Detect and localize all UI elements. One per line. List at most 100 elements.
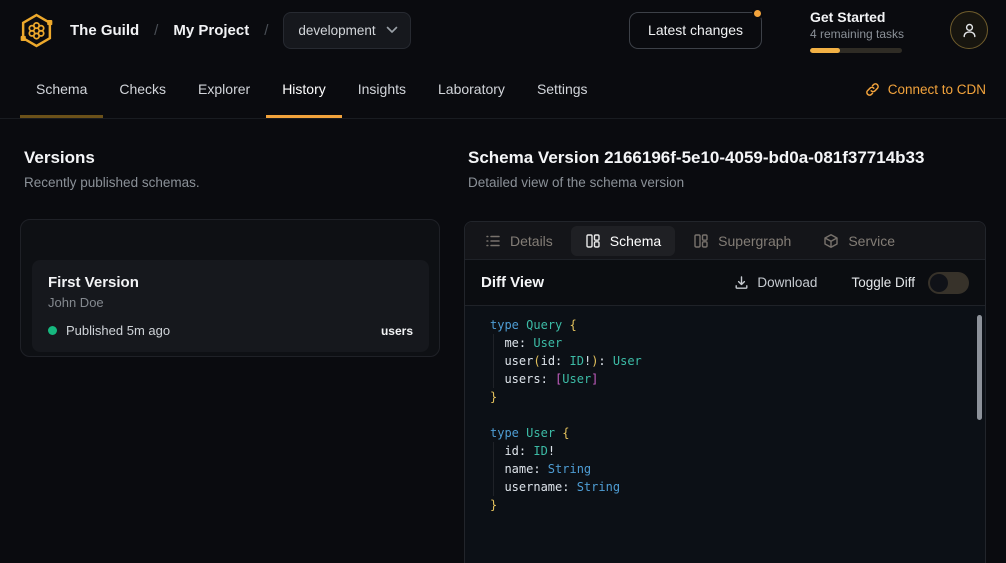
versions-list: First Version John Doe Published 5m ago … [20, 219, 440, 357]
layout-columns-icon [693, 233, 709, 249]
nav-tab-settings[interactable]: Settings [521, 60, 604, 118]
code-line: username: String [490, 478, 985, 496]
schema-code-viewer[interactable]: type Query { me: User user(id: ID!): Use… [465, 306, 985, 563]
app-header: The Guild / My Project / development Lat… [0, 0, 1006, 60]
layout-columns-icon [585, 233, 601, 249]
version-author: John Doe [48, 294, 413, 311]
code-line: me: User [490, 334, 985, 352]
nav-tab-schema[interactable]: Schema [20, 60, 103, 118]
latest-changes-label: Latest changes [648, 22, 743, 38]
code-token: : [598, 354, 612, 368]
get-started-widget[interactable]: Get Started 4 remaining tasks [810, 8, 902, 53]
code-token: users: [490, 372, 555, 386]
nav-tab-checks[interactable]: Checks [103, 60, 182, 118]
detail-tab-supergraph[interactable]: Supergraph [679, 226, 805, 256]
code-token: ID [570, 354, 584, 368]
connect-to-cdn-button[interactable]: Connect to CDN [865, 60, 986, 118]
nav-tab-explorer[interactable]: Explorer [182, 60, 266, 118]
breadcrumb-separator: / [264, 22, 268, 39]
target-selector[interactable]: development [283, 12, 410, 49]
detail-tab-service[interactable]: Service [809, 226, 909, 256]
code-token: } [490, 390, 497, 404]
published-status-icon [48, 326, 57, 335]
nav-tab-label: Laboratory [438, 81, 505, 97]
version-detail-title: Schema Version 2166196f-5e10-4059-bd0a-0… [468, 147, 986, 168]
guild-logo-icon[interactable] [18, 12, 55, 49]
latest-changes-button[interactable]: Latest changes [629, 12, 762, 49]
code-token: User [533, 336, 562, 350]
nav-tab-label: Explorer [198, 81, 250, 97]
download-label: Download [757, 275, 817, 290]
target-selector-value: development [298, 23, 375, 38]
code-line: users: [User] [490, 370, 985, 388]
detail-tab-label: Details [510, 233, 553, 249]
code-token: User [613, 354, 642, 368]
code-line: name: String [490, 460, 985, 478]
chevron-down-icon [386, 26, 398, 34]
code-line: user(id: ID!): User [490, 352, 985, 370]
nav-tab-label: History [282, 81, 326, 97]
nav-tab-history[interactable]: History [266, 60, 342, 118]
code-line: } [490, 496, 985, 514]
versions-title: Versions [24, 147, 440, 168]
toggle-diff-label: Toggle Diff [851, 275, 915, 290]
version-detail-subtitle: Detailed view of the schema version [468, 174, 986, 192]
version-meta-row: Published 5m ago users [48, 323, 413, 338]
code-token: type [490, 318, 519, 332]
code-token: ! [548, 444, 555, 458]
detail-tab-details[interactable]: Details [471, 226, 567, 256]
main-content: Versions Recently published schemas. Fir… [0, 119, 1006, 563]
code-token: String [577, 480, 620, 494]
org-name[interactable]: The Guild [70, 22, 139, 39]
list-icon [485, 233, 501, 249]
code-block: type Query { me: User user(id: ID!): Use… [490, 316, 985, 514]
indent-guide [493, 334, 494, 388]
project-name[interactable]: My Project [173, 22, 249, 39]
code-token: ( [533, 354, 540, 368]
code-token: ID [533, 444, 547, 458]
code-token: Query [526, 318, 562, 332]
link-icon [865, 82, 880, 97]
connect-to-cdn-label: Connect to CDN [888, 82, 986, 97]
code-token: { [570, 318, 577, 332]
cube-icon [823, 233, 839, 249]
service-badge: users [381, 324, 413, 338]
versions-subtitle: Recently published schemas. [24, 174, 440, 192]
nav-tab-label: Checks [119, 81, 166, 97]
nav-tab-label: Settings [537, 81, 588, 97]
code-token: id: [541, 354, 570, 368]
primary-nav: Schema Checks Explorer History Insights … [0, 60, 1006, 119]
nav-tab-label: Schema [36, 81, 87, 97]
get-started-progress-fill [810, 48, 840, 53]
code-token [562, 318, 569, 332]
toggle-diff-switch[interactable] [928, 272, 969, 294]
user-menu-button[interactable] [950, 11, 988, 49]
diff-actions: Download Toggle Diff [734, 272, 969, 294]
code-token: id: [490, 444, 533, 458]
breadcrumb-separator: / [154, 22, 158, 39]
toggle-diff-knob [930, 274, 948, 292]
detail-tab-schema[interactable]: Schema [571, 226, 675, 256]
code-token: User [562, 372, 591, 386]
code-token: username: [490, 480, 577, 494]
code-line: type Query { [490, 316, 985, 334]
code-token: type [490, 426, 519, 440]
nav-tab-insights[interactable]: Insights [342, 60, 422, 118]
version-detail-box: Details Schema [464, 221, 986, 563]
diff-view-title: Diff View [481, 274, 544, 291]
version-title: First Version [48, 273, 413, 292]
code-line: id: ID! [490, 442, 985, 460]
version-list-item[interactable]: First Version John Doe Published 5m ago … [32, 260, 429, 352]
nav-tab-label: Insights [358, 81, 406, 97]
download-button[interactable]: Download [734, 275, 817, 290]
code-token: user [490, 354, 533, 368]
code-scrollbar-thumb[interactable] [977, 315, 982, 420]
code-token: ] [591, 372, 598, 386]
person-icon [961, 22, 978, 39]
version-status: Published 5m ago [66, 323, 170, 338]
code-token: } [490, 498, 497, 512]
code-token: User [526, 426, 555, 440]
code-line [490, 406, 985, 424]
breadcrumb: The Guild / My Project / development [18, 12, 411, 49]
nav-tab-laboratory[interactable]: Laboratory [422, 60, 521, 118]
